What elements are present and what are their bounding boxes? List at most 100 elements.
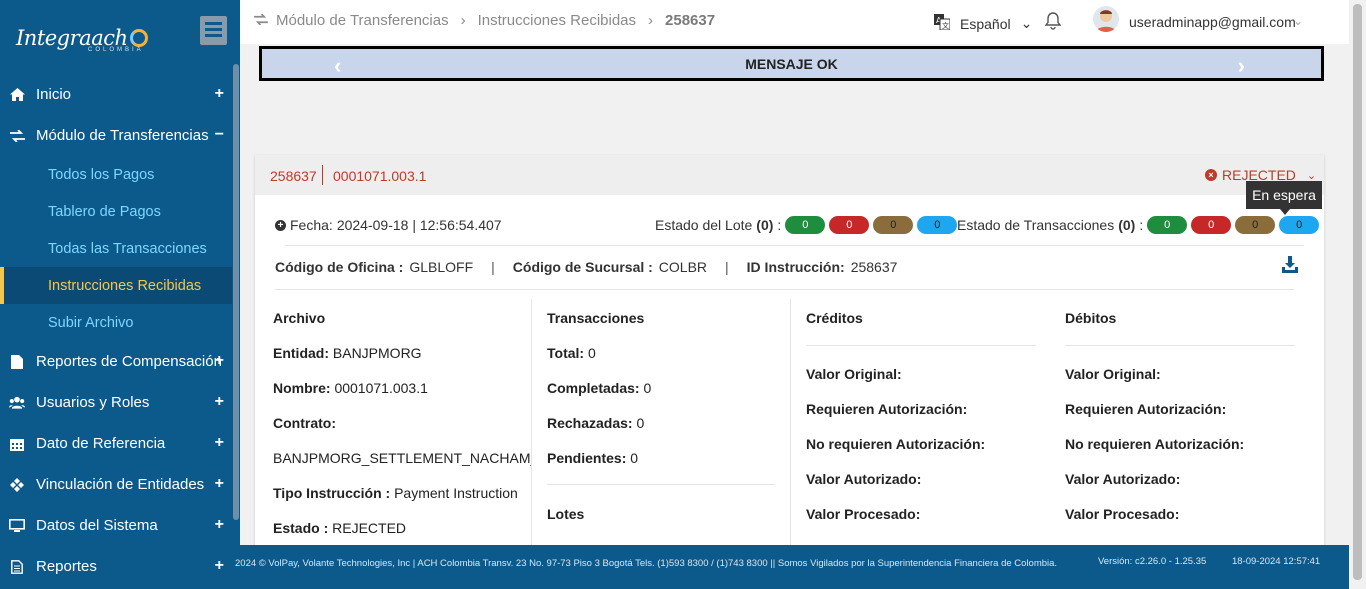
lote-pill-completed[interactable]: 0 — [785, 216, 826, 234]
colon: : — [777, 217, 782, 233]
sidebar-subitem-todas-transacciones[interactable]: Todas las Transacciones — [0, 230, 232, 267]
user-avatar[interactable] — [1093, 6, 1119, 32]
fecha-label: Fecha: — [290, 217, 333, 233]
instruction-id: 258637 — [270, 168, 317, 184]
breadcrumb-item-current: 258637 — [665, 12, 716, 29]
language-selector[interactable]: A文 Español ⌄ — [934, 14, 1032, 33]
breadcrumb-item-instrucciones[interactable]: Instrucciones Recibidas — [478, 12, 636, 29]
lote-pill-rejected[interactable]: 0 — [829, 216, 870, 234]
fecha-value: 2024-09-18 | 12:56:54.407 — [336, 217, 502, 233]
breadcrumb-item-modulo[interactable]: Módulo de Transferencias — [276, 12, 449, 29]
sidebar-scrollbar[interactable] — [232, 64, 240, 545]
sidebar-item-reportes[interactable]: Reportes + — [0, 546, 232, 587]
instruction-card: 258637 0001071.003.1 × REJECTED ⌄ + Fech… — [255, 155, 1324, 555]
divider — [285, 245, 1304, 246]
expand-icon[interactable]: + — [215, 352, 224, 370]
divider — [275, 289, 1294, 290]
nombre-row: Nombre: 0001071.003.1 — [273, 380, 428, 396]
estado-lote-group: Estado del Lote (0) : 0 0 0 0 — [655, 216, 958, 234]
estado-transacciones-label: Estado de Transacciones — [957, 217, 1115, 233]
trans-pill-pending[interactable]: 0 — [1235, 216, 1276, 234]
sidebar-subitem-subir-archivo[interactable]: Subir Archivo — [0, 304, 232, 341]
lotes-title: Lotes — [547, 506, 585, 522]
banner-prev-arrow-icon[interactable]: ‹ — [334, 53, 341, 79]
column-divider — [790, 299, 791, 555]
expand-icon[interactable]: + — [215, 85, 224, 103]
expand-icon[interactable]: + — [215, 557, 224, 575]
divider — [547, 484, 775, 485]
collapse-icon[interactable]: − — [215, 126, 224, 144]
expand-icon[interactable]: + — [215, 475, 224, 493]
page-scrollbar[interactable] — [1349, 0, 1366, 589]
codigo-sucursal-value: COLBR — [658, 259, 708, 275]
card-header[interactable]: 258637 0001071.003.1 × REJECTED ⌄ — [255, 155, 1324, 195]
creditos-valor-autorizado: Valor Autorizado: — [806, 471, 922, 487]
exchange-icon — [9, 129, 25, 143]
page-scrollbar-thumb[interactable] — [1353, 4, 1362, 580]
chevron-down-icon: ⌄ — [1306, 169, 1317, 182]
expand-icon[interactable]: + — [215, 516, 224, 534]
pendientes-value: 0 — [630, 450, 639, 466]
trans-pill-rejected[interactable]: 0 — [1191, 216, 1232, 234]
lote-pill-pending[interactable]: 0 — [873, 216, 914, 234]
expand-icon[interactable]: + — [215, 434, 224, 452]
users-icon — [9, 396, 25, 410]
sidebar-item-reportes-compensacion[interactable]: Reportes de Compensación + — [0, 341, 232, 382]
menu-toggle-button[interactable] — [200, 16, 227, 45]
chevron-down-icon: ⌄ — [1020, 15, 1033, 31]
notifications-bell-icon[interactable] — [1044, 12, 1062, 33]
sidebar-item-usuarios-roles[interactable]: Usuarios y Roles + — [0, 382, 232, 423]
translate-icon: A文 — [934, 14, 951, 33]
header-divider — [322, 165, 323, 185]
contrato-value: BANJPMORG_SETTLEMENT_NACHAM_UI — [273, 450, 531, 466]
sidebar-subitem-todos-pagos[interactable]: Todos los Pagos — [0, 156, 232, 193]
sidebar-item-inicio[interactable]: Inicio + — [0, 74, 232, 115]
plus-circle-icon[interactable]: + — [275, 219, 286, 231]
footer-date: 18-09-2024 12:57:41 — [1232, 556, 1321, 567]
sidebar-item-dato-referencia[interactable]: Dato de Referencia + — [0, 423, 232, 464]
fecha-row: + Fecha: 2024-09-18 | 12:56:54.407 — [275, 217, 502, 233]
download-icon[interactable] — [1282, 256, 1298, 276]
expand-icon[interactable]: + — [215, 393, 224, 411]
language-label: Español — [960, 15, 1011, 32]
entidad-value: BANJPMORG — [332, 345, 422, 361]
sidebar-subitem-tablero-pagos[interactable]: Tablero de Pagos — [0, 193, 232, 230]
codigo-oficina-value: GLBLOFF — [409, 259, 474, 275]
chevron-down-icon[interactable]: ⌄ — [1293, 14, 1303, 28]
document-icon — [9, 559, 25, 574]
banner-next-arrow-icon[interactable]: › — [1238, 53, 1245, 79]
trans-pill-completed[interactable]: 0 — [1147, 216, 1188, 234]
contrato-label: Contrato: — [273, 415, 336, 431]
tipo-label: Tipo Instrucción : — [273, 485, 391, 501]
estado-label: Estado : — [273, 520, 329, 536]
colon: : — [1139, 217, 1144, 233]
total-label: Total: — [547, 345, 585, 361]
sidebar-item-vinculacion[interactable]: Vinculación de Entidades + — [0, 464, 232, 505]
divider — [806, 345, 1036, 346]
debitos-valor-autorizado: Valor Autorizado: — [1065, 471, 1181, 487]
sidebar-item-label: Módulo de Transferencias — [36, 127, 209, 144]
codes-row: Código de Oficina : GLBLOFF | Código de … — [275, 259, 897, 275]
sidebar-item-datos-sistema[interactable]: Datos del Sistema + — [0, 505, 232, 546]
entidad-label: Entidad: — [273, 345, 329, 361]
footer-text: 2024 © VolPay, Volante Technologies, Inc… — [235, 558, 1058, 569]
creditos-valor-procesado: Valor Procesado: — [806, 506, 921, 522]
debitos-requieren: Requieren Autorización: — [1065, 401, 1227, 417]
footer: 2024 © VolPay, Volante Technologies, Inc… — [232, 545, 1349, 589]
sidebar-item-label: Dato de Referencia — [36, 435, 166, 452]
transacciones-title: Transacciones — [547, 310, 645, 326]
rechazadas-row: Rechazadas: 0 — [547, 415, 644, 431]
sidebar-subitem-instrucciones-recibidas[interactable]: Instrucciones Recibidas — [0, 267, 240, 304]
creditos-title: Créditos — [806, 310, 863, 326]
rejected-x-icon: × — [1205, 169, 1217, 181]
sidebar-scrollbar-thumb[interactable] — [233, 64, 239, 520]
lote-pill-waiting[interactable]: 0 — [917, 216, 958, 234]
creditos-requieren: Requieren Autorización: — [806, 401, 968, 417]
creditos-valor-original: Valor Original: — [806, 366, 902, 382]
estado-lote-count: (0) — [756, 217, 774, 233]
message-banner: ‹ MENSAJE OK › — [259, 46, 1324, 81]
user-email[interactable]: useradminapp@gmail.com — [1129, 14, 1296, 30]
trans-pill-waiting[interactable]: 0 — [1279, 216, 1320, 234]
banner-message: MENSAJE OK — [745, 55, 838, 72]
sidebar-item-transferencias[interactable]: Módulo de Transferencias − — [0, 115, 232, 156]
